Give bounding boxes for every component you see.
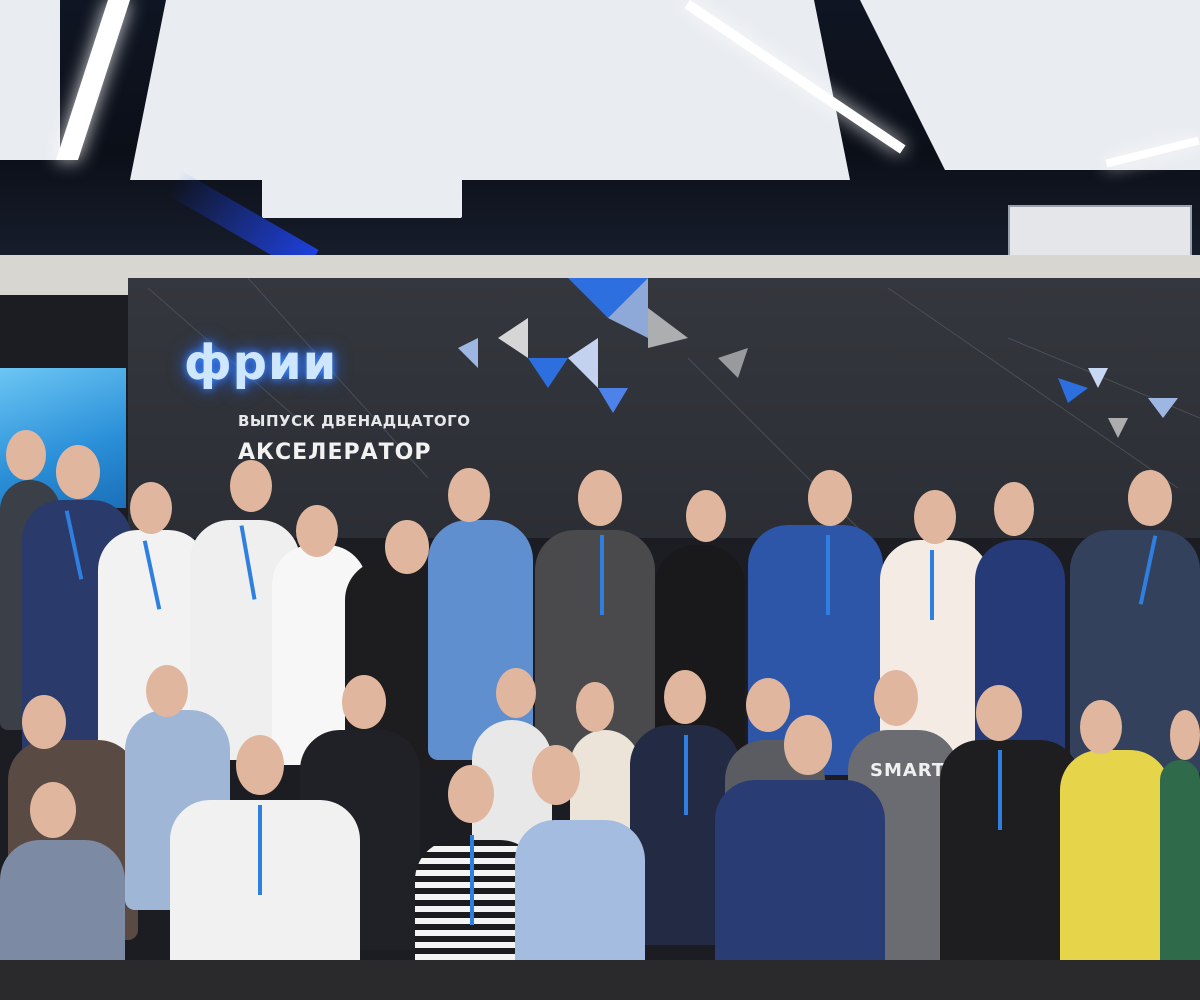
lanyard [600, 535, 604, 615]
person-head [686, 490, 726, 542]
ceiling-panel [130, 0, 850, 180]
person-head [448, 468, 490, 522]
person-head [385, 520, 429, 574]
lanyard [826, 535, 830, 615]
lanyard [998, 750, 1002, 830]
floor [0, 960, 1200, 1000]
ceiling-panel [262, 178, 462, 218]
person-head [746, 678, 790, 732]
person-head [532, 745, 580, 805]
person-head [874, 670, 918, 726]
person-head [146, 665, 188, 717]
person-head [1170, 710, 1200, 760]
shirt-print: SMART [870, 760, 946, 781]
person-head [496, 668, 536, 718]
person-head [914, 490, 956, 544]
ceiling-panel [0, 0, 60, 160]
person-head [578, 470, 622, 526]
person-head [664, 670, 706, 724]
person-head [30, 782, 76, 838]
person-head [130, 482, 172, 534]
person-head [22, 695, 66, 749]
light-strip [56, 0, 130, 160]
ceiling-panel [860, 0, 1200, 170]
person-head [994, 482, 1034, 536]
lanyard [258, 805, 262, 895]
group-of-people: SMART [0, 420, 1200, 1000]
person-head [342, 675, 386, 729]
person-head [448, 765, 494, 823]
person-head [56, 445, 100, 499]
friи-logo: фрии [184, 335, 338, 391]
person-head [296, 505, 338, 557]
person-head [236, 735, 284, 795]
lanyard [930, 550, 934, 620]
person-head [808, 470, 852, 526]
person [940, 740, 1080, 980]
lanyard [470, 835, 474, 925]
person-head [1080, 700, 1122, 754]
person [1060, 750, 1170, 970]
person [1160, 760, 1200, 970]
person-head [230, 460, 272, 512]
person-head [1128, 470, 1172, 526]
ceiling [0, 0, 1200, 287]
person-head [576, 682, 614, 732]
person-head [6, 430, 46, 480]
person-head [784, 715, 832, 775]
person-head [976, 685, 1022, 741]
lanyard [684, 735, 688, 815]
